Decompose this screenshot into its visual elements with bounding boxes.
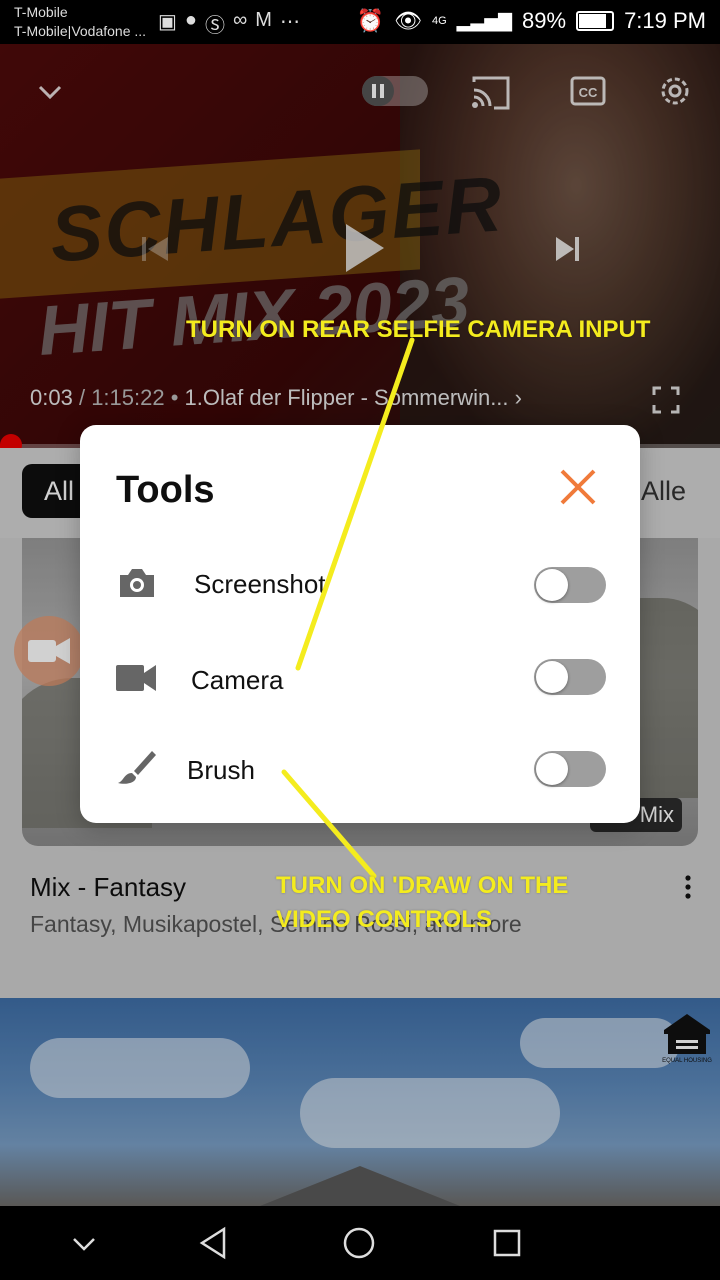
system-nav-bar [0,1206,720,1280]
toggle-knob [536,569,568,601]
back-icon[interactable] [198,1226,230,1260]
carrier-label-secondary: T-Mobile|Vodafone ... [14,23,147,39]
toggle-knob [536,753,568,785]
annotation-arrow-bottom [281,769,377,879]
network-type: 4G [431,15,447,27]
tool-label: Brush [187,755,255,785]
hide-nav-chevron-icon[interactable] [70,1230,98,1258]
camera-icon [120,569,154,597]
more-icon: ⋯ [279,11,300,33]
video-camera-icon [116,665,156,691]
skype-icon: Ⓢ [205,15,225,37]
alarm-icon: ⏰ [356,8,385,33]
carrier-label: T-Mobile [14,4,68,20]
battery-icon [576,11,615,31]
voicemail-icon: ∞ [233,9,248,31]
message-icon: ● [184,9,197,31]
clock: 7:19 PM [624,8,706,33]
camera-toggle[interactable] [534,659,606,695]
signal-icon: ▂▃▅▇ [456,10,513,31]
status-right: ⏰ 👁 4G ▂▃▅▇ 89% 7:19 PM [357,8,706,34]
dialog-title: Tools [116,469,215,511]
eye-comfort-icon: 👁 [394,8,422,33]
screen-record-icon: ▣ [158,11,177,33]
tool-label: Camera [191,665,284,695]
close-icon[interactable] [558,467,598,507]
battery-percent: 89% [522,8,567,33]
brush-toggle[interactable] [534,751,606,787]
notification-icons: ▣ ● Ⓢ ∞ M ⋯ [158,9,300,38]
brush-icon [118,751,156,784]
gmail-icon: M [255,9,272,31]
annotation-bottom-line2: VIDEO CONTROLS [276,906,493,933]
home-icon[interactable] [342,1226,376,1260]
status-bar: T-Mobile T-Mobile|Vodafone ... ▣ ● Ⓢ ∞ M… [0,0,720,44]
screenshot-toggle[interactable] [534,567,606,603]
recents-icon[interactable] [492,1228,522,1258]
annotation-bottom-line1: TURN ON 'DRAW ON THE [276,872,569,899]
annotation-arrow-top [295,337,415,671]
toggle-knob [536,661,568,693]
